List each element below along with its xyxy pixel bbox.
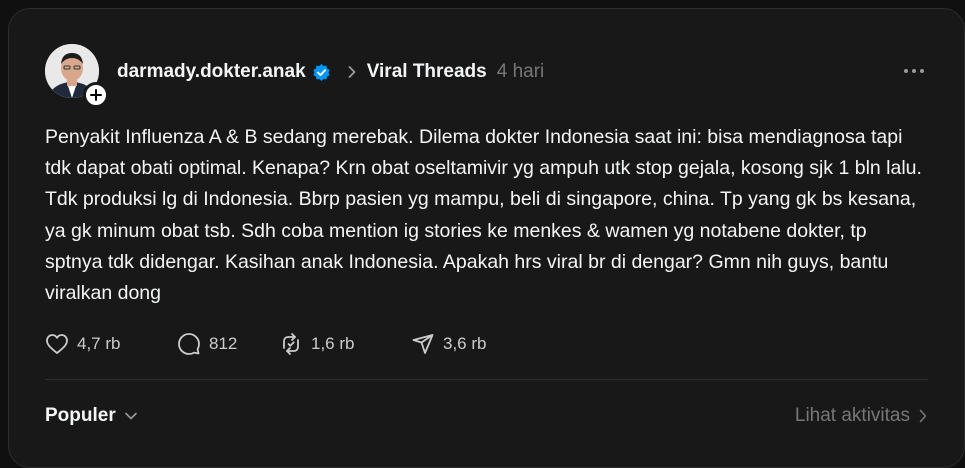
more-options-button[interactable] (902, 61, 926, 81)
share-count: 3,6 rb (443, 334, 487, 353)
chevron-right-icon (919, 409, 927, 423)
view-activity-link[interactable]: Lihat aktivitas (795, 405, 928, 427)
repost-button[interactable]: 1,6 rb (279, 332, 411, 356)
like-count: 4,7 rb (77, 334, 121, 353)
repost-icon (283, 333, 299, 355)
author-name[interactable]: darmady.dokter.anak (117, 61, 306, 83)
sort-label: Populer (45, 405, 116, 426)
reply-button[interactable]: 812 (177, 332, 279, 356)
avatar-container[interactable] (45, 44, 109, 108)
sort-dropdown[interactable]: Populer (45, 405, 138, 427)
community-link[interactable]: Viral Threads (367, 61, 487, 83)
heart-icon (46, 334, 68, 354)
share-button[interactable]: 3,6 rb (411, 332, 486, 356)
post-time: 4 hari (496, 61, 545, 82)
like-button[interactable]: 4,7 rb (45, 333, 177, 355)
reply-count: 812 (209, 334, 238, 353)
chevron-right-icon (347, 65, 357, 79)
activity-label: Lihat aktivitas (794, 405, 910, 426)
post-body: Penyakit Influenza A & B sedang merebak.… (45, 126, 922, 305)
post-card: darmady.dokter.anak Viral Threads 4 hari… (8, 8, 965, 468)
repost-count: 1,6 rb (311, 334, 355, 353)
plus-icon (90, 89, 102, 101)
chevron-down-icon (124, 412, 137, 420)
more-icon (904, 69, 924, 73)
verified-badge-icon (312, 63, 331, 82)
post-header: darmady.dokter.anak Viral Threads 4 hari (117, 59, 544, 85)
comment-icon (178, 333, 200, 355)
follow-button[interactable] (83, 82, 109, 108)
action-bar: 4,7 rb 812 1,6 rb 3,6 rb (45, 331, 486, 357)
share-icon (412, 334, 434, 354)
divider (45, 379, 928, 380)
